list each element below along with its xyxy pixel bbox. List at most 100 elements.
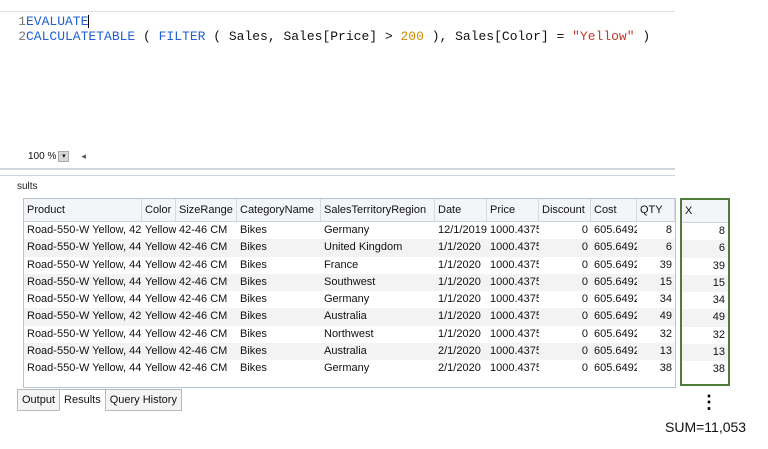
table-cell: 42-46 CM [179, 241, 228, 254]
column-header[interactable]: Price [487, 199, 539, 221]
column-header[interactable]: Color [142, 199, 176, 221]
column-header[interactable]: SalesTerritoryRegion [321, 199, 435, 221]
table-cell: Bikes [240, 241, 267, 254]
table-cell: Yellow [145, 241, 176, 254]
code-token: ( [135, 29, 159, 44]
column-header[interactable]: Cost [591, 199, 637, 221]
x-column-body: 8 6 39 15 34 49 32 13 38 [682, 223, 728, 379]
table-cell: Road-550-W Yellow, 44 [27, 362, 142, 375]
x-column-header[interactable]: X [682, 200, 728, 222]
table-cell: 605.6492 [594, 310, 637, 323]
table-row[interactable]: Road-550-W Yellow, 42 Yellow 42-46 CM Bikes… [24, 222, 675, 239]
table-cell: Bikes [240, 327, 267, 340]
chevron-down-icon[interactable]: ▾ [58, 151, 70, 162]
table-row[interactable]: Road-550-W Yellow, 44 Yellow 42-46 CM Bikes… [24, 291, 675, 308]
table-cell: Southwest [324, 275, 376, 288]
code-token: CALCULATETABLE [26, 29, 136, 44]
code-token: "Yellow" [572, 29, 635, 44]
ellipsis-vertical-icon: ⋮ [700, 392, 718, 412]
table-cell: Bikes [240, 310, 267, 323]
table-cell: Bikes [240, 345, 267, 358]
table-cell: Yellow [145, 293, 176, 306]
column-header[interactable]: Product [24, 199, 142, 221]
line-number: 1 [18, 14, 26, 29]
results-grid[interactable]: Product Color SizeRange CategoryName SalesTe… [23, 198, 676, 388]
table-cell: 0 [581, 327, 588, 340]
table-cell: France [324, 258, 359, 271]
tab-output[interactable]: Output [17, 389, 61, 411]
table-cell: 42-46 CM [179, 275, 228, 288]
table-cell: Road-550-W Yellow, 44 [27, 345, 142, 358]
x-cell: 15 [712, 276, 725, 289]
code-area[interactable]: 1EVALUATE 2CALCULATETABLE ( FILTER ( Sale… [0, 14, 650, 44]
table-cell: 1000.4375 [490, 345, 539, 358]
table-cell: 1000.4375 [490, 241, 539, 254]
code-token: FILTER [158, 29, 206, 44]
table-row[interactable]: Road-550-W Yellow, 44 Yellow 42-46 CM Bikes… [24, 360, 675, 377]
table-row[interactable]: Road-550-W Yellow, 44 Yellow 42-46 CM Bikes… [24, 343, 675, 361]
scroll-left-icon[interactable]: ◂ [81, 151, 86, 162]
table-cell: Yellow [145, 345, 176, 358]
column-header[interactable]: CategoryName [237, 199, 321, 221]
x-row: 8 [682, 223, 728, 240]
table-cell: 1/1/2020 [438, 310, 481, 323]
code-line[interactable]: 2CALCULATETABLE ( FILTER ( Sales, Sales[… [0, 29, 650, 44]
sum-label: SUM=11,053 [665, 419, 747, 435]
table-cell: 1000.4375 [490, 258, 539, 271]
x-row: 34 [682, 292, 728, 309]
table-cell: Road-550-W Yellow, 44 [27, 293, 142, 306]
code-token: ), Sales[Color] = [423, 29, 573, 44]
bottom-tab-bar: Output Results Query History [17, 389, 182, 411]
table-cell: 42-46 CM [179, 293, 228, 306]
table-cell: Bikes [240, 362, 267, 375]
table-cell: Road-550-W Yellow, 42 [27, 310, 142, 323]
tab-results[interactable]: Results [59, 389, 106, 411]
x-row: 15 [682, 274, 728, 293]
table-cell: 1000.4375 [490, 362, 539, 375]
table-cell: Germany [324, 362, 370, 375]
zoom-value: 100 % [28, 151, 57, 162]
table-cell: 15 [659, 275, 672, 288]
table-cell: Australia [324, 345, 367, 358]
table-cell: 8 [665, 224, 672, 236]
column-header[interactable]: SizeRange [176, 199, 237, 221]
column-header[interactable]: QTY [637, 199, 675, 221]
table-cell: 32 [659, 327, 672, 340]
table-cell: 42-46 CM [179, 224, 228, 236]
tab-query-history[interactable]: Query History [104, 389, 182, 411]
x-cell: 34 [712, 294, 725, 307]
table-row[interactable]: Road-550-W Yellow, 44 Yellow 42-46 CM Bikes… [24, 239, 675, 257]
code-line[interactable]: 1EVALUATE [0, 14, 650, 29]
table-cell: 605.6492 [594, 275, 637, 288]
zoom-control[interactable]: 100 % ▾ ◂ [28, 151, 86, 162]
table-cell: 42-46 CM [179, 362, 228, 375]
pane-splitter[interactable] [0, 175, 675, 176]
column-header[interactable]: Date [435, 199, 487, 221]
table-cell: 42-46 CM [179, 258, 228, 271]
x-cell: 13 [712, 346, 725, 359]
table-cell: Germany [324, 224, 370, 236]
table-cell: Road-550-W Yellow, 44 [27, 275, 142, 288]
column-header[interactable]: Discount [539, 199, 591, 221]
table-cell: Germany [324, 293, 370, 306]
table-cell: Road-550-W Yellow, 44 [27, 327, 142, 340]
table-row[interactable]: Road-550-W Yellow, 44 Yellow 42-46 CM Bikes… [24, 257, 675, 274]
line-number: 2 [18, 29, 26, 44]
x-column-header-row: X [682, 200, 728, 223]
table-cell: 1000.4375 [490, 327, 539, 340]
table-row[interactable]: Road-550-W Yellow, 44 Yellow 42-46 CM Bikes… [24, 326, 675, 343]
table-row[interactable]: Road-550-W Yellow, 42 Yellow 42-46 CM Bikes… [24, 308, 675, 326]
table-row[interactable]: Road-550-W Yellow, 44 Yellow 42-46 CM Bikes… [24, 273, 675, 292]
table-cell: Yellow [145, 362, 176, 375]
x-row: 6 [682, 240, 728, 258]
table-cell: 605.6492 [594, 345, 637, 358]
code-token: ) [634, 29, 651, 44]
table-cell: 1/1/2020 [438, 258, 481, 271]
table-cell: Yellow [145, 258, 176, 271]
editor-scrollbar[interactable] [0, 168, 675, 170]
table-cell: 2/1/2020 [438, 362, 481, 375]
grid-body: Road-550-W Yellow, 42 Yellow 42-46 CM Bikes… [24, 222, 675, 378]
query-editor[interactable]: 1EVALUATE 2CALCULATETABLE ( FILTER ( Sale… [0, 0, 675, 172]
table-cell: 0 [581, 241, 588, 254]
x-cell: 32 [712, 328, 725, 341]
